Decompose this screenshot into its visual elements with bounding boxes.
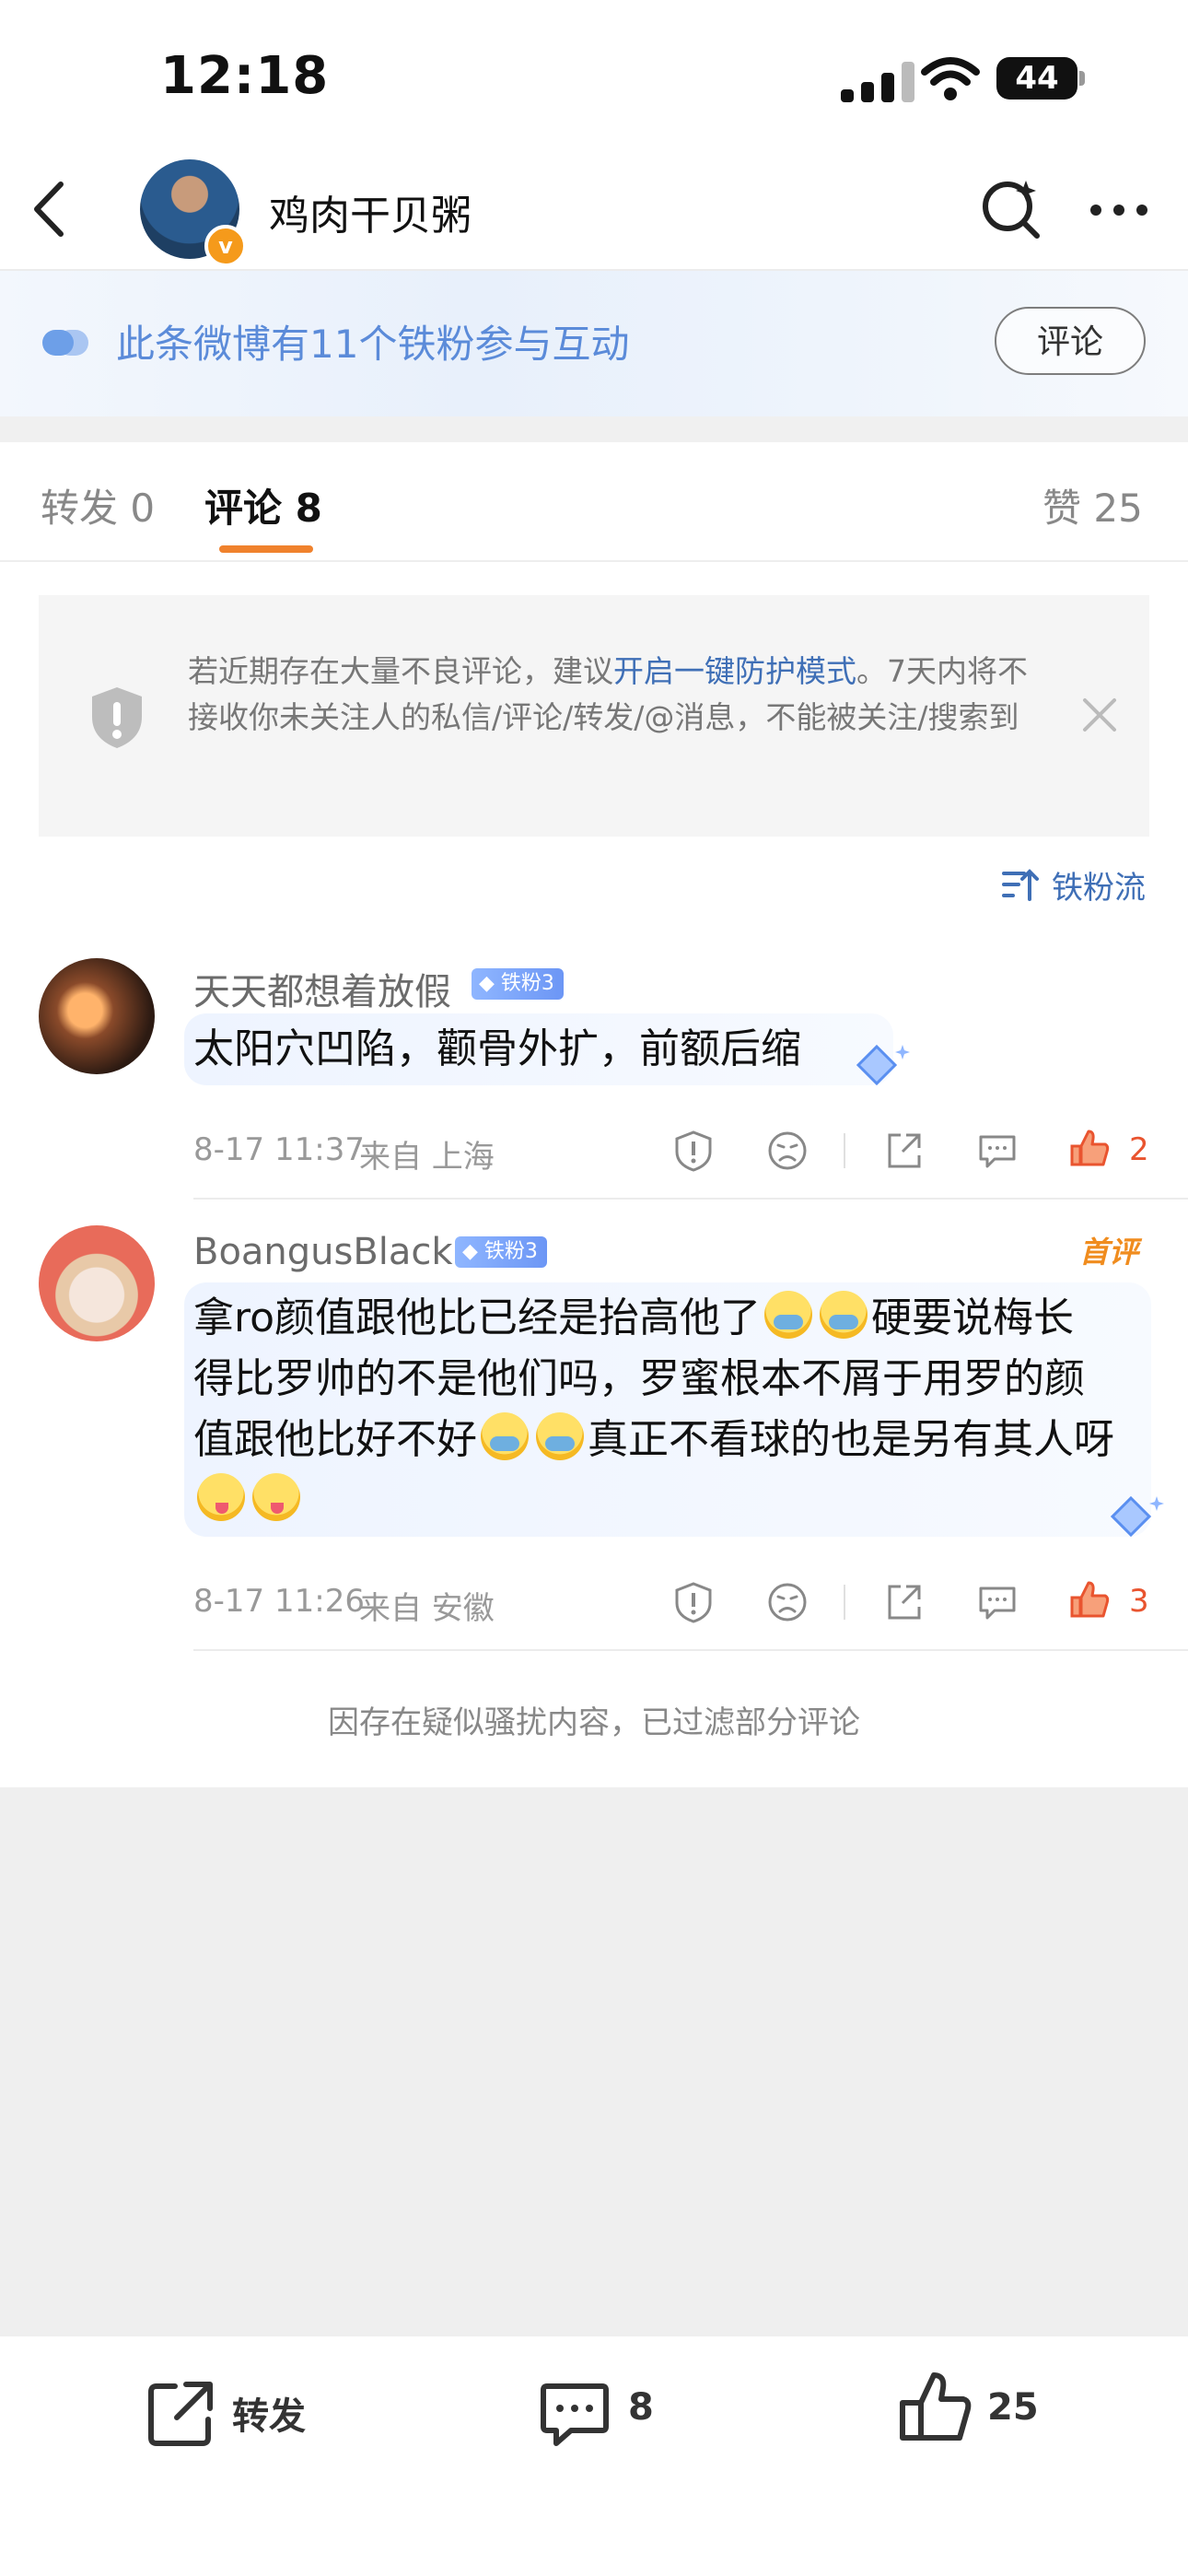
tab-comments[interactable]: 评论 8: [204, 477, 322, 533]
filtered-comments-note: 因存在疑似骚扰内容，已过滤部分评论: [328, 1704, 860, 1741]
comment-divider: [193, 1198, 1188, 1200]
like-count: 3: [1129, 1583, 1149, 1620]
tabs-divider: [0, 560, 1188, 562]
bottom-like-count[interactable]: 25: [987, 2386, 1039, 2429]
close-icon[interactable]: [1079, 695, 1120, 735]
wifi-icon: [921, 57, 980, 100]
fans-icon: [42, 330, 88, 356]
thumbs-up-icon[interactable]: [1068, 1579, 1111, 1622]
fan-level-badge: ◆ 铁粉3: [472, 968, 564, 1000]
author-name[interactable]: 鸡肉干贝粥: [269, 182, 472, 241]
banner-comment-button[interactable]: 评论: [995, 307, 1146, 375]
report-icon[interactable]: [672, 1130, 715, 1172]
tab-repost[interactable]: 转发 0: [41, 477, 155, 533]
crying-emoji-icon: [764, 1291, 813, 1339]
fan-level-badge: ◆ 铁粉3: [455, 1236, 547, 1268]
comment-avatar[interactable]: [39, 958, 155, 1074]
battery-indicator: 44: [996, 57, 1077, 100]
comment-icon[interactable]: [538, 2377, 611, 2451]
bottom-repost-label[interactable]: 转发: [232, 2386, 306, 2440]
repost-icon[interactable]: [144, 2377, 217, 2451]
comment-time: 8-17 11:26: [193, 1583, 365, 1620]
dislike-icon[interactable]: [766, 1581, 809, 1623]
crying-emoji-icon: [536, 1412, 584, 1460]
comment-avatar[interactable]: [39, 1225, 155, 1341]
battery-cap: [1079, 71, 1085, 86]
empty-area: [0, 1787, 1188, 2336]
first-comment-badge: 首评: [1079, 1235, 1139, 1270]
section-gap: [0, 416, 1188, 442]
notice-text: 若近期存在大量不良评论，建议开启一键防护模式。7天内将不接收你未关注人的私信/评…: [188, 649, 1054, 741]
search-icon[interactable]: [978, 175, 1044, 241]
active-tab-indicator: [219, 545, 313, 553]
fan-level-text: 铁粉3: [500, 972, 554, 995]
comment-divider: [193, 1649, 1188, 1651]
crying-emoji-icon: [820, 1291, 868, 1339]
share-icon[interactable]: [882, 1581, 925, 1623]
comment-username[interactable]: BoangusBlack: [193, 1231, 453, 1273]
tab-likes[interactable]: 赞 25: [1042, 477, 1143, 533]
report-icon[interactable]: [672, 1581, 715, 1623]
shield-icon: [92, 687, 142, 748]
tongue-emoji-icon: [252, 1473, 300, 1521]
diamond-decoration-icon: [1110, 1495, 1164, 1538]
comment-username[interactable]: 天天都想着放假: [193, 962, 451, 1015]
comment-location: 来自 上海: [359, 1139, 495, 1176]
comment-text-part1: 拿ro颜值跟他比已经是抬高他了: [193, 1294, 762, 1341]
bottom-comment-count[interactable]: 8: [628, 2386, 654, 2429]
comment-time: 8-17 11:37: [193, 1131, 365, 1168]
reply-icon[interactable]: [976, 1130, 1019, 1172]
action-separator: [844, 1585, 845, 1620]
sort-icon[interactable]: [1002, 866, 1039, 903]
like-count: 2: [1129, 1131, 1149, 1168]
cellular-signal-icon: [841, 60, 933, 102]
bottom-action-bar: [0, 2336, 1188, 2576]
tongue-emoji-icon: [197, 1473, 245, 1521]
notice-text-part1: 若近期存在大量不良评论，建议: [188, 653, 613, 689]
protection-mode-link[interactable]: 开启一键防护模式: [613, 653, 856, 689]
status-time: 12:18: [160, 46, 330, 106]
share-icon[interactable]: [882, 1130, 925, 1172]
crying-emoji-icon: [481, 1412, 529, 1460]
fan-level-text: 铁粉3: [483, 1240, 538, 1263]
more-options-icon[interactable]: [1087, 201, 1151, 219]
sort-by-fans[interactable]: 铁粉流: [1052, 862, 1146, 907]
diamond-decoration-icon: [856, 1044, 910, 1086]
thumbs-up-icon[interactable]: [1068, 1128, 1111, 1170]
action-separator: [844, 1133, 845, 1168]
back-arrow-icon[interactable]: [26, 177, 72, 241]
like-icon[interactable]: [897, 2370, 974, 2447]
comment-location: 来自 安徽: [359, 1590, 495, 1627]
banner-text: 此条微博有11个铁粉参与互动: [116, 322, 630, 367]
reply-icon[interactable]: [976, 1581, 1019, 1623]
dislike-icon[interactable]: [766, 1130, 809, 1172]
comment-text-part3: 真正不看球的也是另有其人呀: [588, 1416, 1114, 1463]
comment-text: 拿ro颜值跟他比已经是抬高他了 硬要说梅长得比罗帅的不是他们吗，罗蜜根本不屑于用罗…: [193, 1288, 1114, 1531]
comment-text: 太阳穴凹陷，颧骨外扩，前额后缩: [193, 1025, 801, 1072]
verified-badge: v: [204, 225, 247, 267]
